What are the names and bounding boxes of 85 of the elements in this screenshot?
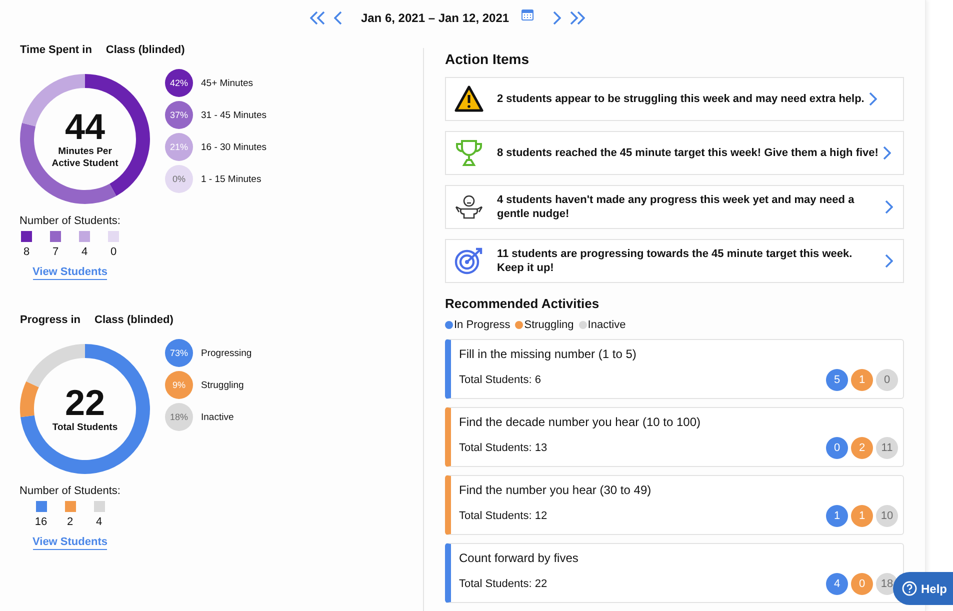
class-name: Class (blinded) xyxy=(106,44,185,56)
legend-label: Inactive xyxy=(588,319,626,331)
student-count: 2 xyxy=(66,516,74,528)
help-icon xyxy=(902,581,917,596)
section-title: Recommended Activities xyxy=(445,296,600,311)
chevron-left-icon[interactable] xyxy=(334,10,343,24)
legend-label: Inactive xyxy=(201,412,234,422)
activity-title: Fill in the missing number (1 to 5) xyxy=(459,347,638,361)
action-text: 11 students are progressing towards the 45 minute target this week. Keep it up! xyxy=(497,247,854,275)
student-count: 0 xyxy=(110,246,117,258)
view-students-link[interactable]: View Students xyxy=(32,536,108,550)
calendar-icon[interactable] xyxy=(521,8,534,21)
chevron-right-icon[interactable] xyxy=(868,92,878,106)
activity-card[interactable]: Find the number you hear (30 to 49) Total Students: 12 1 1 10 xyxy=(445,475,904,535)
target-icon xyxy=(454,247,484,275)
legend-label: 16 - 30 Minutes xyxy=(201,142,266,152)
counts-label: Number of Students: xyxy=(20,485,120,497)
center-value: 44 xyxy=(64,108,106,146)
total-students: Total Students: 6 xyxy=(459,374,541,386)
total-students: Total Students: 22 xyxy=(459,578,548,590)
percent-badge: 73% xyxy=(165,339,193,367)
count-badge: 2 xyxy=(851,437,873,459)
center-caption: Minutes Per Active Student xyxy=(50,146,120,170)
count-badge: 1 xyxy=(851,369,873,391)
count-badge: 5 xyxy=(826,369,848,391)
chevron-right-icon[interactable] xyxy=(882,146,892,160)
activity-card[interactable]: Fill in the missing number (1 to 5) Total Students: 6 5 1 0 xyxy=(445,339,904,399)
view-students-link[interactable]: View Students xyxy=(32,266,108,280)
activity-title: Find the decade number you hear (10 to 100) xyxy=(459,415,702,429)
total-students: Total Students: 13 xyxy=(459,442,548,454)
counts-label: Number of Students: xyxy=(20,215,120,227)
chevron-right-icon[interactable] xyxy=(552,10,562,24)
student-count: 4 xyxy=(81,246,88,258)
percent-badge: 21% xyxy=(165,133,193,161)
legend-label: Struggling xyxy=(524,319,574,331)
action-item[interactable]: 8 students reached the 45 minute target this week! Give them a high five! xyxy=(445,131,904,175)
percent-badge: 37% xyxy=(165,101,193,129)
chevron-right-icon[interactable] xyxy=(884,200,893,214)
date-range: Jan 6, 2021 – Jan 12, 2021 xyxy=(360,10,510,24)
legend-label: Struggling xyxy=(201,380,244,390)
count-badge: 10 xyxy=(876,505,898,527)
activity-title: Count forward by fives xyxy=(459,551,580,565)
action-item[interactable]: 2 students appear to be struggling this week and may need extra help. xyxy=(445,77,904,121)
percent-badge: 0% xyxy=(165,165,193,193)
shrugging-person-icon xyxy=(454,194,484,220)
percent-badge: 18% xyxy=(165,403,193,431)
percent-badge: 42% xyxy=(165,69,193,97)
total-students: Total Students: 12 xyxy=(459,510,548,522)
center-caption: Total Students xyxy=(51,422,119,434)
panel-title: Time Spent in xyxy=(20,44,92,56)
count-badge: 0 xyxy=(826,437,848,459)
student-count: 16 xyxy=(34,516,48,528)
student-count: 7 xyxy=(52,246,59,258)
center-value: 22 xyxy=(64,384,106,422)
double-chevron-left-icon[interactable] xyxy=(310,10,326,24)
help-button[interactable]: Help xyxy=(893,572,953,605)
percent-badge: 9% xyxy=(165,371,193,399)
legend-label: 31 - 45 Minutes xyxy=(201,110,266,120)
count-badge: 1 xyxy=(851,505,873,527)
double-chevron-right-icon[interactable] xyxy=(569,10,586,24)
warning-icon xyxy=(454,85,484,113)
student-count: 4 xyxy=(96,516,102,528)
action-item[interactable]: 11 students are progressing towards the 45 minute target this week. Keep it up! xyxy=(445,239,904,283)
legend-label: 45+ Minutes xyxy=(201,78,254,88)
count-badge: 0 xyxy=(876,369,898,391)
trophy-icon xyxy=(454,139,484,167)
chevron-right-icon[interactable] xyxy=(884,254,893,268)
count-badge: 1 xyxy=(826,505,848,527)
section-title: Action Items xyxy=(445,51,530,68)
legend-label: Progressing xyxy=(201,348,252,358)
activity-card[interactable]: Find the decade number you hear (10 to 100) Total Students: 13 0 2 11 xyxy=(445,407,904,467)
action-text: 8 students reached the 45 minute target this week! Give them a high five! xyxy=(497,146,878,160)
count-badge: 0 xyxy=(851,573,873,595)
action-text: 4 students haven't made any progress this week yet and may need a gentle nudge! xyxy=(497,193,856,221)
count-badge: 11 xyxy=(876,437,898,459)
legend-label: 1 - 15 Minutes xyxy=(201,174,262,184)
panel-title: Progress in xyxy=(20,314,81,326)
count-badge: 4 xyxy=(826,573,848,595)
class-name: Class (blinded) xyxy=(94,314,174,326)
activity-card[interactable]: Count forward by fives Total Students: 22 4 0 18 xyxy=(445,543,904,603)
student-count: 8 xyxy=(23,246,30,258)
legend-label: In Progress xyxy=(454,319,510,331)
action-item[interactable]: 4 students haven't made any progress this week yet and may need a gentle nudge! xyxy=(445,185,904,229)
activity-title: Find the number you hear (30 to 49) xyxy=(459,483,652,497)
action-text: 2 students appear to be struggling this week and may need extra help. xyxy=(497,92,864,106)
